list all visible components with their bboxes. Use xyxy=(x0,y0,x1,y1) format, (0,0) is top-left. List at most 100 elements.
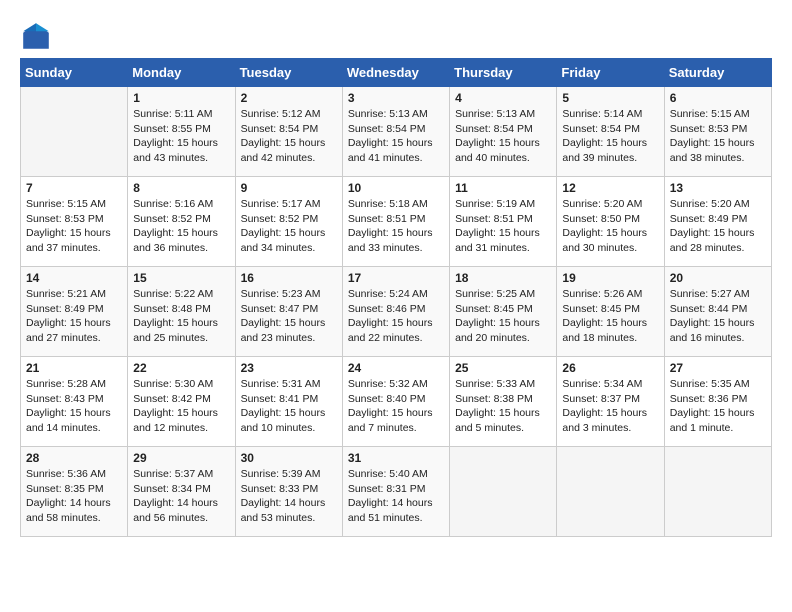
day-number: 4 xyxy=(455,91,551,105)
calendar-cell: 11 Sunrise: 5:19 AM Sunset: 8:51 PM Dayli… xyxy=(450,177,557,267)
calendar-table: SundayMondayTuesdayWednesdayThursdayFrid… xyxy=(20,58,772,537)
cell-content: Sunrise: 5:37 AM Sunset: 8:34 PM Dayligh… xyxy=(133,467,229,526)
calendar-week: 21Sunrise: 5:28 AM Sunset: 8:43 PM Dayli… xyxy=(21,357,772,447)
calendar-cell: 16 Sunrise: 5:23 AM Sunset: 8:47 PM Dayli… xyxy=(235,267,342,357)
calendar-cell: 1 Sunrise: 5:11 AM Sunset: 8:55 PM Daylig… xyxy=(128,87,235,177)
cell-content: Sunrise: 5:33 AM Sunset: 8:38 PM Dayligh… xyxy=(455,377,551,436)
day-of-week-header: Tuesday xyxy=(235,59,342,87)
calendar-cell: 28 Sunrise: 5:36 AM Sunset: 8:35 PM Dayli… xyxy=(21,447,128,537)
calendar-cell: 3 Sunrise: 5:13 AM Sunset: 8:54 PM Daylig… xyxy=(342,87,449,177)
calendar-cell: 13 Sunrise: 5:20 AM Sunset: 8:49 PM Dayli… xyxy=(664,177,771,267)
day-number: 13 xyxy=(670,181,766,195)
day-number: 16 xyxy=(241,271,337,285)
calendar-cell: 6 Sunrise: 5:15 AM Sunset: 8:53 PM Daylig… xyxy=(664,87,771,177)
cell-content: Sunrise: 5:22 AM Sunset: 8:48 PM Dayligh… xyxy=(133,287,229,346)
cell-content: Sunrise: 5:28 AM Sunset: 8:43 PM Dayligh… xyxy=(26,377,122,436)
day-number: 14 xyxy=(26,271,122,285)
day-number: 30 xyxy=(241,451,337,465)
calendar-cell: 25 Sunrise: 5:33 AM Sunset: 8:38 PM Dayli… xyxy=(450,357,557,447)
calendar-week: 7Sunrise: 5:15 AM Sunset: 8:53 PM Daylig… xyxy=(21,177,772,267)
calendar-cell: 18 Sunrise: 5:25 AM Sunset: 8:45 PM Dayli… xyxy=(450,267,557,357)
cell-content: Sunrise: 5:27 AM Sunset: 8:44 PM Dayligh… xyxy=(670,287,766,346)
calendar-cell xyxy=(664,447,771,537)
calendar-cell: 15 Sunrise: 5:22 AM Sunset: 8:48 PM Dayli… xyxy=(128,267,235,357)
calendar-body: 1 Sunrise: 5:11 AM Sunset: 8:55 PM Daylig… xyxy=(21,87,772,537)
day-number: 11 xyxy=(455,181,551,195)
calendar-cell: 27Sunrise: 5:35 AM Sunset: 8:36 PM Dayli… xyxy=(664,357,771,447)
calendar-week: 14Sunrise: 5:21 AM Sunset: 8:49 PM Dayli… xyxy=(21,267,772,357)
calendar-cell xyxy=(450,447,557,537)
day-number: 28 xyxy=(26,451,122,465)
cell-content: Sunrise: 5:36 AM Sunset: 8:35 PM Dayligh… xyxy=(26,467,122,526)
calendar-cell: 31 Sunrise: 5:40 AM Sunset: 8:31 PM Dayli… xyxy=(342,447,449,537)
calendar-cell: 14Sunrise: 5:21 AM Sunset: 8:49 PM Dayli… xyxy=(21,267,128,357)
calendar-cell: 2 Sunrise: 5:12 AM Sunset: 8:54 PM Daylig… xyxy=(235,87,342,177)
calendar-cell: 19Sunrise: 5:26 AM Sunset: 8:45 PM Dayli… xyxy=(557,267,664,357)
day-of-week-header: Wednesday xyxy=(342,59,449,87)
day-number: 31 xyxy=(348,451,444,465)
day-number: 23 xyxy=(241,361,337,375)
calendar-cell: 20Sunrise: 5:27 AM Sunset: 8:44 PM Dayli… xyxy=(664,267,771,357)
calendar-cell: 4Sunrise: 5:13 AM Sunset: 8:54 PM Daylig… xyxy=(450,87,557,177)
day-number: 15 xyxy=(133,271,229,285)
day-number: 26 xyxy=(562,361,658,375)
cell-content: Sunrise: 5:19 AM Sunset: 8:51 PM Dayligh… xyxy=(455,197,551,256)
day-number: 6 xyxy=(670,91,766,105)
cell-content: Sunrise: 5:18 AM Sunset: 8:51 PM Dayligh… xyxy=(348,197,444,256)
day-number: 1 xyxy=(133,91,229,105)
day-number: 7 xyxy=(26,181,122,195)
logo-icon xyxy=(20,20,52,52)
calendar-cell: 10 Sunrise: 5:18 AM Sunset: 8:51 PM Dayli… xyxy=(342,177,449,267)
calendar-cell: 21Sunrise: 5:28 AM Sunset: 8:43 PM Dayli… xyxy=(21,357,128,447)
calendar-cell: 7Sunrise: 5:15 AM Sunset: 8:53 PM Daylig… xyxy=(21,177,128,267)
day-of-week-header: Thursday xyxy=(450,59,557,87)
day-number: 24 xyxy=(348,361,444,375)
calendar-cell: 29 Sunrise: 5:37 AM Sunset: 8:34 PM Dayli… xyxy=(128,447,235,537)
cell-content: Sunrise: 5:16 AM Sunset: 8:52 PM Dayligh… xyxy=(133,197,229,256)
day-number: 5 xyxy=(562,91,658,105)
cell-content: Sunrise: 5:35 AM Sunset: 8:36 PM Dayligh… xyxy=(670,377,766,436)
logo xyxy=(20,20,56,52)
cell-content: Sunrise: 5:13 AM Sunset: 8:54 PM Dayligh… xyxy=(348,107,444,166)
day-of-week-header: Sunday xyxy=(21,59,128,87)
cell-content: Sunrise: 5:20 AM Sunset: 8:49 PM Dayligh… xyxy=(670,197,766,256)
calendar-cell: 17 Sunrise: 5:24 AM Sunset: 8:46 PM Dayli… xyxy=(342,267,449,357)
cell-content: Sunrise: 5:11 AM Sunset: 8:55 PM Dayligh… xyxy=(133,107,229,166)
calendar-header: SundayMondayTuesdayWednesdayThursdayFrid… xyxy=(21,59,772,87)
cell-content: Sunrise: 5:24 AM Sunset: 8:46 PM Dayligh… xyxy=(348,287,444,346)
day-number: 19 xyxy=(562,271,658,285)
calendar-cell: 5 Sunrise: 5:14 AM Sunset: 8:54 PM Daylig… xyxy=(557,87,664,177)
calendar-cell: 22Sunrise: 5:30 AM Sunset: 8:42 PM Dayli… xyxy=(128,357,235,447)
day-number: 12 xyxy=(562,181,658,195)
cell-content: Sunrise: 5:25 AM Sunset: 8:45 PM Dayligh… xyxy=(455,287,551,346)
day-number: 17 xyxy=(348,271,444,285)
day-number: 10 xyxy=(348,181,444,195)
cell-content: Sunrise: 5:12 AM Sunset: 8:54 PM Dayligh… xyxy=(241,107,337,166)
day-number: 3 xyxy=(348,91,444,105)
day-number: 22 xyxy=(133,361,229,375)
calendar-cell xyxy=(21,87,128,177)
day-of-week-header: Friday xyxy=(557,59,664,87)
cell-content: Sunrise: 5:40 AM Sunset: 8:31 PM Dayligh… xyxy=(348,467,444,526)
cell-content: Sunrise: 5:14 AM Sunset: 8:54 PM Dayligh… xyxy=(562,107,658,166)
cell-content: Sunrise: 5:31 AM Sunset: 8:41 PM Dayligh… xyxy=(241,377,337,436)
day-number: 9 xyxy=(241,181,337,195)
calendar-cell: 24 Sunrise: 5:32 AM Sunset: 8:40 PM Dayli… xyxy=(342,357,449,447)
cell-content: Sunrise: 5:34 AM Sunset: 8:37 PM Dayligh… xyxy=(562,377,658,436)
cell-content: Sunrise: 5:32 AM Sunset: 8:40 PM Dayligh… xyxy=(348,377,444,436)
day-number: 2 xyxy=(241,91,337,105)
calendar-cell: 8Sunrise: 5:16 AM Sunset: 8:52 PM Daylig… xyxy=(128,177,235,267)
calendar-cell: 26 Sunrise: 5:34 AM Sunset: 8:37 PM Dayli… xyxy=(557,357,664,447)
calendar-cell: 9Sunrise: 5:17 AM Sunset: 8:52 PM Daylig… xyxy=(235,177,342,267)
day-number: 25 xyxy=(455,361,551,375)
cell-content: Sunrise: 5:20 AM Sunset: 8:50 PM Dayligh… xyxy=(562,197,658,256)
day-number: 18 xyxy=(455,271,551,285)
calendar-cell: 23 Sunrise: 5:31 AM Sunset: 8:41 PM Dayli… xyxy=(235,357,342,447)
day-of-week-header: Saturday xyxy=(664,59,771,87)
calendar-cell: 30Sunrise: 5:39 AM Sunset: 8:33 PM Dayli… xyxy=(235,447,342,537)
calendar-week: 1 Sunrise: 5:11 AM Sunset: 8:55 PM Daylig… xyxy=(21,87,772,177)
day-number: 29 xyxy=(133,451,229,465)
cell-content: Sunrise: 5:15 AM Sunset: 8:53 PM Dayligh… xyxy=(670,107,766,166)
day-of-week-header: Monday xyxy=(128,59,235,87)
cell-content: Sunrise: 5:23 AM Sunset: 8:47 PM Dayligh… xyxy=(241,287,337,346)
